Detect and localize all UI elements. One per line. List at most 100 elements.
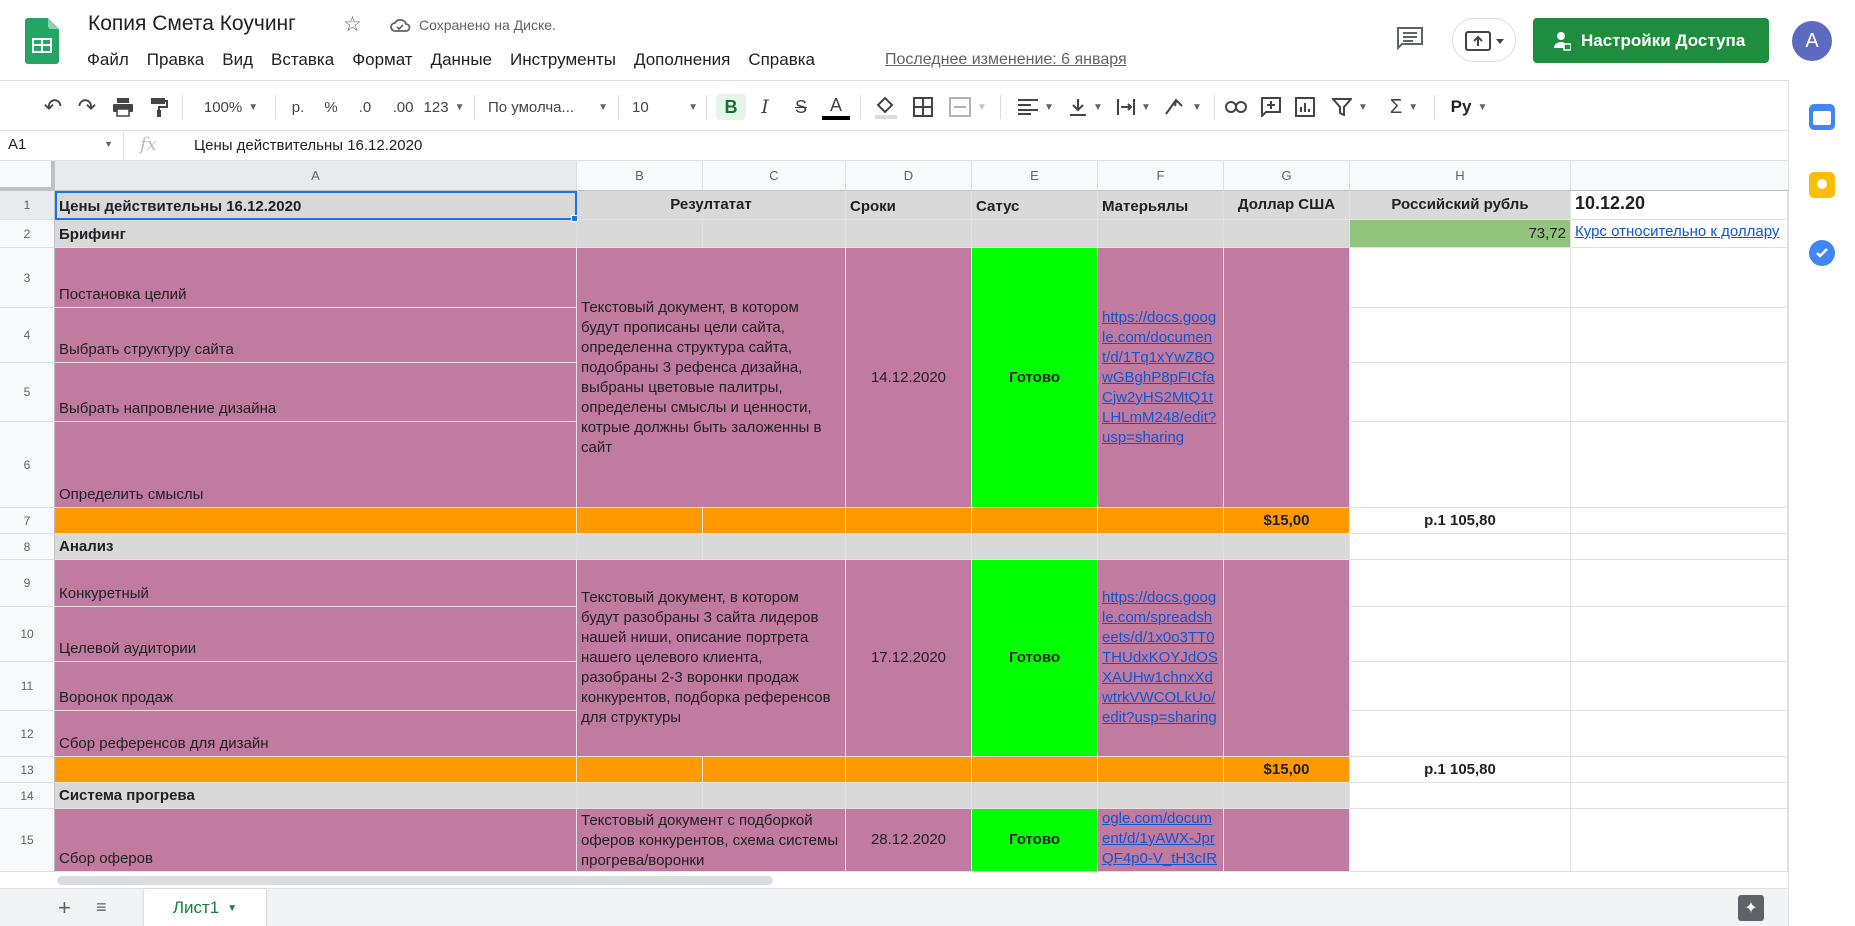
cell-f7[interactable] xyxy=(1098,508,1224,534)
percent-format-button[interactable]: % xyxy=(320,94,342,120)
cell-e13[interactable] xyxy=(972,757,1098,783)
cell-b15[interactable]: Текстовый документ с подборкой оферов ко… xyxy=(577,809,846,872)
cell-f9-merged[interactable]: https://docs.google.com/spreadsheets/d/1… xyxy=(1098,560,1224,757)
insert-chart-icon[interactable] xyxy=(1292,94,1318,120)
cell-i8[interactable] xyxy=(1571,534,1788,560)
menu-edit[interactable]: Правка xyxy=(138,50,213,70)
vertical-align-icon[interactable]: ▼ xyxy=(1066,94,1106,120)
cell-b3-merged[interactable]: Текстовый документ, в котором будут проп… xyxy=(577,248,846,508)
sheet-tab[interactable]: Лист1 ▼ xyxy=(144,889,266,926)
cell-b8[interactable] xyxy=(577,534,703,560)
insert-comment-icon[interactable] xyxy=(1258,94,1284,120)
cell-e9-merged[interactable]: Готово xyxy=(972,560,1098,757)
cell-f13[interactable] xyxy=(1098,757,1224,783)
column-header-i[interactable] xyxy=(1571,161,1788,191)
keep-icon[interactable] xyxy=(1809,172,1835,198)
caret-down-icon[interactable]: ▼ xyxy=(227,903,237,914)
italic-button[interactable]: I xyxy=(752,94,778,120)
cell-c2[interactable] xyxy=(703,220,846,248)
cell-d3-merged[interactable]: 14.12.2020 xyxy=(846,248,972,508)
cell-e1[interactable]: Сатус xyxy=(972,191,1098,220)
cell-a15[interactable]: Сбор оферов xyxy=(55,809,577,872)
cell-d15[interactable]: 28.12.2020 xyxy=(846,809,972,872)
cell-h8[interactable] xyxy=(1350,534,1571,560)
menu-view[interactable]: Вид xyxy=(213,50,262,70)
column-header-h[interactable]: H xyxy=(1350,161,1571,191)
cell-d1[interactable]: Сроки xyxy=(846,191,972,220)
row-header-7[interactable]: 7 xyxy=(0,508,55,534)
menu-file[interactable]: Файл xyxy=(78,50,138,70)
row-header-6[interactable]: 6 xyxy=(0,422,55,508)
name-box[interactable]: A1 ▼ xyxy=(0,131,124,161)
menu-format[interactable]: Формат xyxy=(343,50,421,70)
cell-a1[interactable]: Цены действительны 16.12.2020 xyxy=(55,191,577,220)
zoom-select[interactable]: 100% ▼ xyxy=(196,94,266,120)
row-header-13[interactable]: 13 xyxy=(0,757,55,783)
cell-a11[interactable]: Воронок продаж xyxy=(55,662,577,711)
cell-h2[interactable]: 73,72 xyxy=(1350,220,1571,248)
present-button[interactable] xyxy=(1452,18,1516,62)
cell-i2[interactable]: Курс относительно к доллару xyxy=(1571,220,1788,248)
cell-e3-merged[interactable]: Готово xyxy=(972,248,1098,508)
explore-icon[interactable]: ✦ xyxy=(1738,895,1764,921)
cell-a9[interactable]: Конкуретный xyxy=(55,560,577,607)
cell-h7[interactable]: р.1 105,80 xyxy=(1350,508,1571,534)
cell-i12[interactable] xyxy=(1571,711,1788,757)
cell-i9[interactable] xyxy=(1571,560,1788,607)
text-color-button[interactable]: A xyxy=(822,94,850,120)
cell-c13[interactable] xyxy=(703,757,846,783)
decrease-decimal-button[interactable]: .0 xyxy=(352,94,378,120)
cell-a12[interactable]: Сбор референсов для дизайн xyxy=(55,711,577,757)
strikethrough-button[interactable]: S xyxy=(788,94,814,120)
fill-handle[interactable] xyxy=(571,215,578,222)
menu-data[interactable]: Данные xyxy=(422,50,501,70)
cell-i14[interactable] xyxy=(1571,783,1788,809)
cell-i10[interactable] xyxy=(1571,607,1788,662)
borders-icon[interactable] xyxy=(910,94,936,120)
add-sheet-icon[interactable]: + xyxy=(58,895,71,921)
cell-d7[interactable] xyxy=(846,508,972,534)
column-header-d[interactable]: D xyxy=(846,161,972,191)
cell-d9-merged[interactable]: 17.12.2020 xyxy=(846,560,972,757)
cell-i7[interactable] xyxy=(1571,508,1788,534)
undo-icon[interactable]: ↶ xyxy=(40,94,66,120)
document-title[interactable]: Копия Смета Коучинг xyxy=(88,12,296,36)
menu-addons[interactable]: Дополнения xyxy=(625,50,739,70)
cell-a2[interactable]: Брифинг xyxy=(55,220,577,248)
column-header-b[interactable]: B xyxy=(577,161,703,191)
cell-a5[interactable]: Выбрать напровление дизайна xyxy=(55,363,577,422)
share-button[interactable]: Настройки Доступа xyxy=(1533,18,1769,63)
cell-h11[interactable] xyxy=(1350,662,1571,711)
functions-button[interactable]: Σ ▼ xyxy=(1384,94,1424,120)
column-header-c[interactable]: C xyxy=(703,161,846,191)
cell-h10[interactable] xyxy=(1350,607,1571,662)
cell-a10[interactable]: Целевой аудитории xyxy=(55,607,577,662)
cell-a8[interactable]: Анализ xyxy=(55,534,577,560)
cell-g13[interactable]: $15,00 xyxy=(1224,757,1350,783)
column-header-e[interactable]: E xyxy=(972,161,1098,191)
cell-e15[interactable]: Готово xyxy=(972,809,1098,872)
cell-f1[interactable]: Матерьялы xyxy=(1098,191,1224,220)
row-header-9[interactable]: 9 xyxy=(0,560,55,607)
cell-a14[interactable]: Система прогрева xyxy=(55,783,577,809)
cell-h14[interactable] xyxy=(1350,783,1571,809)
print-icon[interactable] xyxy=(110,94,136,120)
cell-e2[interactable] xyxy=(972,220,1098,248)
font-size-select[interactable]: 10 ▼ xyxy=(632,94,698,120)
cell-d13[interactable] xyxy=(846,757,972,783)
row-header-3[interactable]: 3 xyxy=(0,248,55,308)
cell-i15[interactable] xyxy=(1571,809,1788,872)
cell-i4[interactable] xyxy=(1571,308,1788,363)
cell-i11[interactable] xyxy=(1571,662,1788,711)
cell-e8[interactable] xyxy=(972,534,1098,560)
cell-g8[interactable] xyxy=(1224,534,1350,560)
tasks-icon[interactable] xyxy=(1809,240,1835,266)
cell-i13[interactable] xyxy=(1571,757,1788,783)
star-icon[interactable]: ☆ xyxy=(343,12,362,37)
column-header-g[interactable]: G xyxy=(1224,161,1350,191)
cell-g9-merged[interactable] xyxy=(1224,560,1350,757)
cell-b1[interactable]: Резултатат xyxy=(577,191,846,220)
cell-b14[interactable] xyxy=(577,783,703,809)
input-tools-button[interactable]: Py ▼ xyxy=(1446,94,1492,120)
cell-g3-merged[interactable] xyxy=(1224,248,1350,508)
